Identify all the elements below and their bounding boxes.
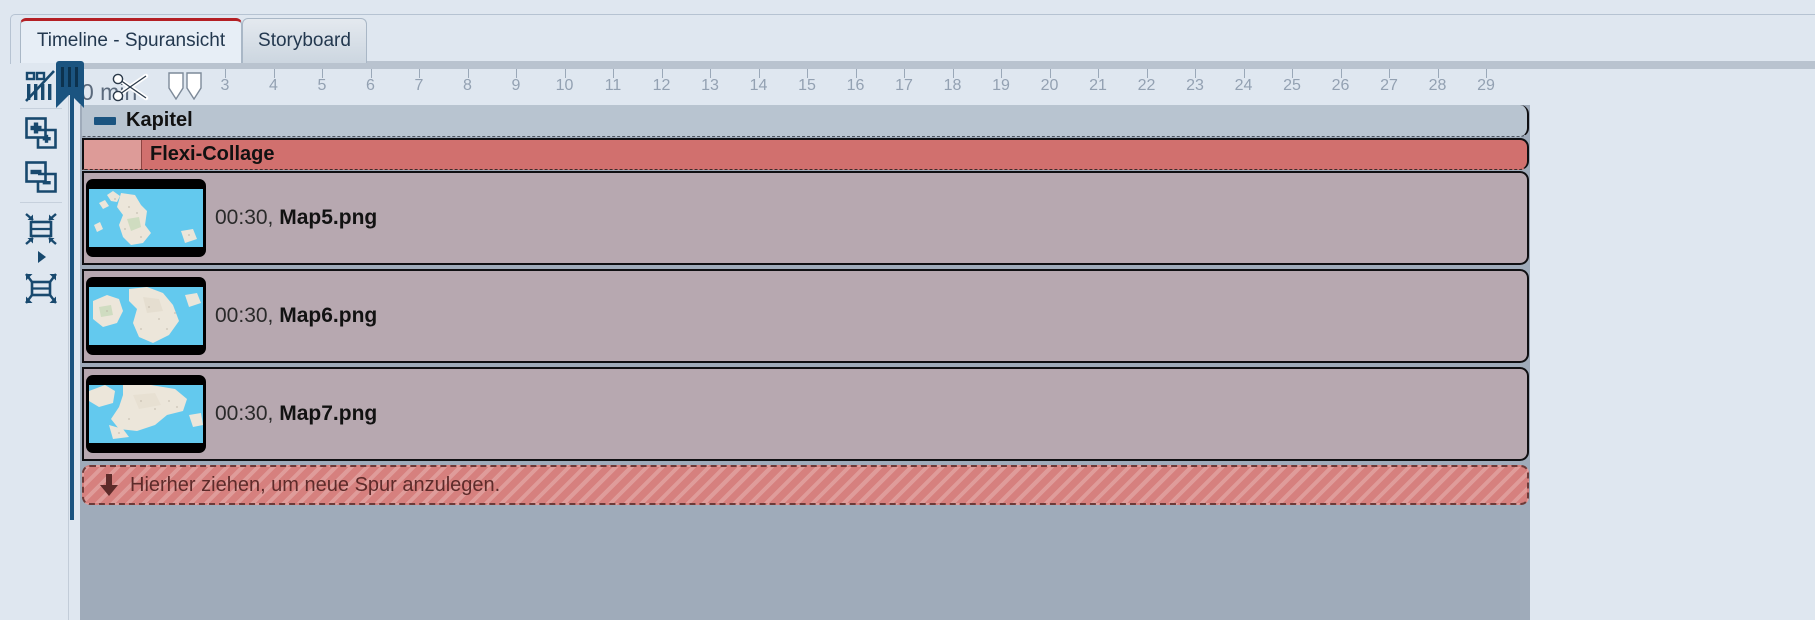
clip-thumbnail[interactable] <box>86 375 206 453</box>
clip-duration: 00:30, <box>215 206 274 229</box>
chapter-collapse-icon[interactable] <box>94 116 116 125</box>
track-chapter[interactable]: Kapitel <box>82 105 1529 137</box>
track-row[interactable]: 00:30, Map6.png <box>82 269 1529 363</box>
ruler-tick-label: 25 <box>1283 77 1301 94</box>
ruler-tick-label: 5 <box>317 77 327 94</box>
timeline-window: Timeline - Spuransicht Storyboard 3 4 5 … <box>0 0 1815 620</box>
ruler-tick-label: 4 <box>269 77 278 94</box>
rail-more-caret-icon[interactable] <box>38 251 46 263</box>
ruler-tick-label: 21 <box>1089 77 1107 94</box>
clip-duration: 00:30, <box>215 402 274 425</box>
collage-left-tint <box>84 140 142 169</box>
track-row[interactable]: 00:30, Map7.png <box>82 367 1529 461</box>
toggle-waveform-icon[interactable] <box>21 66 61 106</box>
track-flexi-collage[interactable]: Flexi-Collage <box>82 138 1529 170</box>
playhead-line <box>70 95 74 520</box>
ruler-tick-label: 26 <box>1331 77 1350 94</box>
rail-separator <box>20 202 62 203</box>
dropzone-label: Hierher ziehen, um neue Spur anzulegen. <box>130 473 501 496</box>
clip-filename: Map5.png <box>279 206 378 229</box>
new-track-dropzone[interactable]: Hierher ziehen, um neue Spur anzulegen. <box>82 465 1529 505</box>
map-british-isles-thumb <box>89 287 203 345</box>
playhead-head[interactable] <box>56 61 84 95</box>
clip-filename: Map6.png <box>279 304 378 327</box>
ruler-tick-label: 6 <box>366 77 375 94</box>
ruler-tick-label: 18 <box>943 77 962 94</box>
clip-duration: 00:30, <box>215 304 274 327</box>
clip-thumbnail[interactable] <box>86 277 206 355</box>
ruler-tick-label: 23 <box>1186 77 1204 94</box>
collage-title: Flexi-Collage <box>150 143 275 165</box>
ruler-tick-label: 14 <box>749 77 768 94</box>
ruler-tick-label: 19 <box>992 77 1010 94</box>
shrink-tracks-icon[interactable] <box>21 209 61 249</box>
chapter-controls <box>82 105 126 136</box>
tab-label: Timeline - Spuransicht <box>36 30 226 51</box>
playhead-marker[interactable] <box>56 61 84 520</box>
clip-label: 00:30, Map6.png <box>215 304 377 328</box>
map-england-wales-thumb <box>89 385 203 443</box>
split-marker-icon[interactable] <box>168 72 202 101</box>
clip-label: 00:30, Map7.png <box>215 402 377 426</box>
tab-storyboard[interactable]: Storyboard <box>242 18 367 63</box>
rail-separator <box>20 108 62 109</box>
ruler-tick-label: 3 <box>220 77 230 94</box>
ruler-tick-label: 9 <box>511 77 521 94</box>
map-scotland-thumb <box>89 189 203 247</box>
track-row[interactable]: 00:30, Map5.png <box>82 171 1529 265</box>
ruler-tick-label: 20 <box>1040 77 1059 94</box>
add-track-icon[interactable] <box>21 113 61 153</box>
ruler-tick-label: 8 <box>463 77 472 94</box>
ruler-tick-label: 24 <box>1234 77 1253 94</box>
timeline-ruler[interactable]: 3 4 5 6 7 8 9 10 11 12 13 14 15 16 17 18 19 20 21 22 23 24 25 2… <box>69 61 1815 105</box>
timeline-body: Kapitel Flexi-Collage 00:30, Map5.png 00… <box>80 105 1815 620</box>
ruler-tick-label: 27 <box>1380 77 1398 94</box>
scissors-icon[interactable] <box>112 70 154 104</box>
ruler-tick-label: 17 <box>895 77 913 94</box>
ruler-tick-label: 12 <box>652 77 671 94</box>
tab-timeline-spuransicht[interactable]: Timeline - Spuransicht <box>20 18 242 63</box>
ruler-tick-label: 15 <box>798 77 816 94</box>
arrow-down-icon <box>96 472 122 498</box>
ruler-tick-label: 11 <box>604 77 622 94</box>
ruler-tick-label: 7 <box>414 77 424 94</box>
remove-track-icon[interactable] <box>21 157 61 197</box>
ruler-tick-label: 29 <box>1477 77 1495 94</box>
clip-label: 00:30, Map5.png <box>215 206 377 230</box>
ruler-tick-label: 10 <box>555 77 574 94</box>
ruler-tick-label: 16 <box>846 77 865 94</box>
tab-bar: Timeline - Spuransicht Storyboard <box>0 0 1815 64</box>
tab-label: Storyboard <box>258 30 351 51</box>
clip-filename: Map7.png <box>279 402 378 425</box>
clip-thumbnail[interactable] <box>86 179 206 257</box>
tool-rail <box>12 61 69 620</box>
ruler-tick-label: 22 <box>1137 77 1156 94</box>
ruler-tick-label: 28 <box>1428 77 1447 94</box>
expand-tracks-icon[interactable] <box>21 268 61 308</box>
ruler-tick-label: 13 <box>701 77 719 94</box>
chapter-title: Kapitel <box>126 109 193 131</box>
